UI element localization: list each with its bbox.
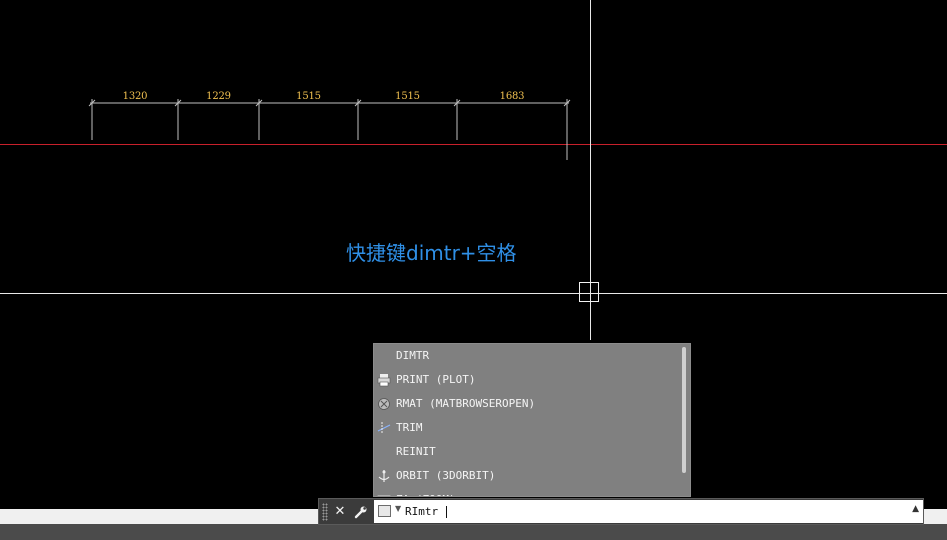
autocomplete-item[interactable]: PRINT (PLOT) xyxy=(374,368,690,392)
autocomplete-item-label: RMAT (MATBROWSEROPEN) xyxy=(396,397,536,410)
command-input[interactable] xyxy=(405,503,885,520)
autocomplete-item-label: ZA (ZOOM) xyxy=(396,493,456,496)
dimension-value: 1683 xyxy=(499,91,525,102)
autocomplete-item[interactable]: REINIT xyxy=(374,440,690,464)
command-line: ✕ ▼ ▲ xyxy=(318,498,924,525)
autocomplete-item[interactable]: ORBIT (3DORBIT) xyxy=(374,464,690,488)
crosshair-horizontal xyxy=(0,293,947,294)
autocomplete-scrollbar[interactable] xyxy=(682,347,686,473)
dimension-value: 1515 xyxy=(395,91,420,102)
autocomplete-item[interactable]: TRIM xyxy=(374,416,690,440)
command-prompt-icon[interactable] xyxy=(378,505,391,517)
command-input-box[interactable]: ▼ ▲ xyxy=(374,500,923,523)
cursor-pickbox xyxy=(579,282,599,302)
autocomplete-item[interactable]: RMAT (MATBROWSEROPEN) xyxy=(374,392,690,416)
autocomplete-item-label: ORBIT (3DORBIT) xyxy=(396,469,496,482)
autocomplete-item-label: PRINT (PLOT) xyxy=(396,373,476,386)
dimension-chain[interactable] xyxy=(0,0,947,170)
chevron-down-icon[interactable]: ▼ xyxy=(395,504,401,513)
drawing-canvas[interactable]: 1320 1229 1515 1515 1683 快捷键dimtr+空格 DIMTR PR… xyxy=(0,0,947,540)
status-bar xyxy=(0,524,947,540)
drag-grip-handle[interactable] xyxy=(322,503,328,521)
autocomplete-item[interactable]: ZA (ZOOM) xyxy=(374,488,690,496)
autocomplete-item-label: DIMTR xyxy=(396,349,430,362)
command-autocomplete-list[interactable]: DIMTR PRINT (PLOT) RMAT (MATBROWSEROPEN) TR… xyxy=(373,343,691,497)
autocomplete-item-label: TRIM xyxy=(396,421,423,434)
text-cursor xyxy=(446,506,447,518)
shortcut-caption: 快捷键dimtr+空格 xyxy=(346,241,517,265)
close-icon[interactable]: ✕ xyxy=(331,502,349,521)
dimension-value: 1320 xyxy=(122,91,148,102)
autocomplete-item-label: REINIT xyxy=(396,445,436,458)
history-up-icon[interactable]: ▲ xyxy=(912,504,919,514)
wrench-icon[interactable] xyxy=(352,502,370,521)
autocomplete-item[interactable]: DIMTR xyxy=(374,344,690,368)
dimension-value: 1515 xyxy=(296,91,321,102)
dimension-value: 1229 xyxy=(206,91,231,102)
